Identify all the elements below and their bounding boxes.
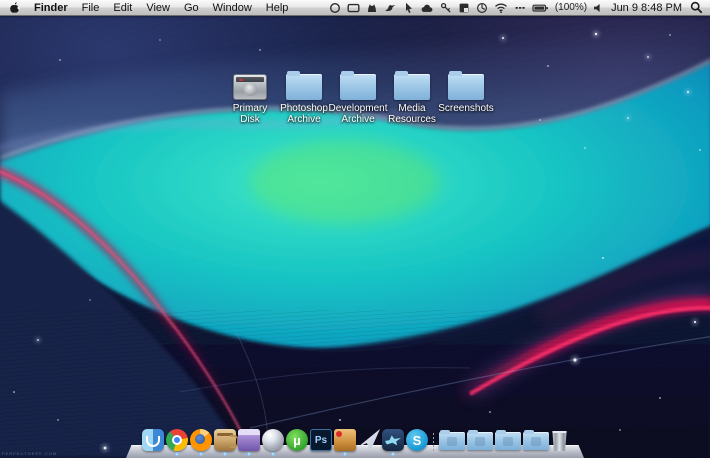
- menu-clock[interactable]: Jun 9 8:48 PM: [609, 2, 684, 14]
- twitter-bird-icon[interactable]: [384, 0, 397, 16]
- running-indicator: [247, 452, 251, 456]
- cursor-arrow-icon[interactable]: [403, 0, 414, 16]
- spaces-dots-icon[interactable]: [514, 0, 526, 16]
- desktop-icon-photoshop-archive[interactable]: Photoshop Archive: [277, 71, 331, 125]
- dock-separator: [430, 431, 437, 451]
- running-indicator: [271, 452, 275, 456]
- dock-quicksilver-icon[interactable]: [262, 429, 284, 451]
- dock-chrome-icon[interactable]: [166, 429, 188, 451]
- menu-window[interactable]: Window: [213, 0, 252, 16]
- desktop-icon-screenshots[interactable]: Screenshots: [439, 71, 493, 125]
- menu-app-name[interactable]: Finder: [34, 2, 68, 14]
- folder-icon: [394, 74, 430, 100]
- apple-menu-icon[interactable]: [9, 0, 20, 16]
- spotlight-icon[interactable]: [690, 0, 703, 16]
- key-icon[interactable]: [440, 0, 452, 16]
- desktop-icon-label: Photoshop Archive: [277, 103, 331, 125]
- desktop-icon-row: Primary Disk Photoshop Archive Developme…: [223, 71, 493, 125]
- world-clock-icon[interactable]: [476, 0, 488, 16]
- dock-photoshop-icon[interactable]: Ps: [310, 429, 332, 451]
- desktop-icon-label: Screenshots: [438, 103, 494, 114]
- desktop-icon-label: Primary Disk: [223, 103, 277, 125]
- dock-skype-icon[interactable]: S: [406, 429, 428, 451]
- running-indicator: [391, 452, 395, 456]
- dock-purple-box-app-icon[interactable]: [238, 429, 260, 451]
- wifi-icon[interactable]: [494, 0, 508, 16]
- running-indicator: [223, 452, 227, 456]
- desktop-icon-development-archive[interactable]: Development Archive: [331, 71, 385, 125]
- battery-percentage: (100%): [555, 2, 587, 13]
- wallpaper-watermark: PERFECTGEEK.COM: [2, 451, 57, 456]
- running-indicator: [175, 452, 179, 456]
- window-grid-icon[interactable]: [458, 0, 470, 16]
- dock-firefox-icon[interactable]: [190, 429, 212, 451]
- dock: µ Ps S: [132, 427, 578, 458]
- display-icon[interactable]: [347, 0, 360, 16]
- menu-view[interactable]: View: [146, 0, 170, 16]
- dock-utorrent-icon[interactable]: µ: [286, 429, 308, 451]
- desktop-icon-primary-disk[interactable]: Primary Disk: [223, 71, 277, 125]
- desktop-icon-label: Development Archive: [329, 103, 388, 125]
- dock-folder-3-icon[interactable]: [495, 432, 521, 450]
- dock-package-box-app-icon[interactable]: [334, 429, 356, 451]
- menu-go[interactable]: Go: [184, 0, 199, 16]
- menu-file[interactable]: File: [82, 0, 100, 16]
- sync-circle-icon[interactable]: [329, 0, 341, 16]
- dock-folder-2-icon[interactable]: [467, 432, 493, 450]
- dock-coffee-cup-app-icon[interactable]: [214, 429, 236, 451]
- folder-icon: [448, 74, 484, 100]
- desktop-icon-label: Media Resources: [385, 103, 439, 125]
- desktop-icon-media-resources[interactable]: Media Resources: [385, 71, 439, 125]
- wallpaper: [0, 0, 710, 458]
- dock-folder-4-icon[interactable]: [523, 432, 549, 450]
- folder-icon: [286, 74, 322, 100]
- dock-twitter-app-icon[interactable]: [382, 429, 404, 451]
- hard-drive-icon: [233, 74, 267, 100]
- menu-edit[interactable]: Edit: [113, 0, 132, 16]
- menu-bar: Finder File Edit View Go Window Help: [0, 0, 710, 16]
- battery-icon[interactable]: [532, 0, 549, 16]
- cloud-icon[interactable]: [420, 0, 434, 16]
- menu-help[interactable]: Help: [266, 0, 289, 16]
- mac-desktop: PERFECTGEEK.COM Finder File Edit View Go…: [0, 0, 710, 458]
- folder-icon: [340, 74, 376, 100]
- volume-icon[interactable]: [593, 0, 603, 16]
- running-indicator: [199, 452, 203, 456]
- dock-folder-1-icon[interactable]: [439, 432, 465, 450]
- running-indicator: [343, 452, 347, 456]
- owl-icon[interactable]: [366, 0, 378, 16]
- dock-finder-icon[interactable]: [142, 429, 164, 451]
